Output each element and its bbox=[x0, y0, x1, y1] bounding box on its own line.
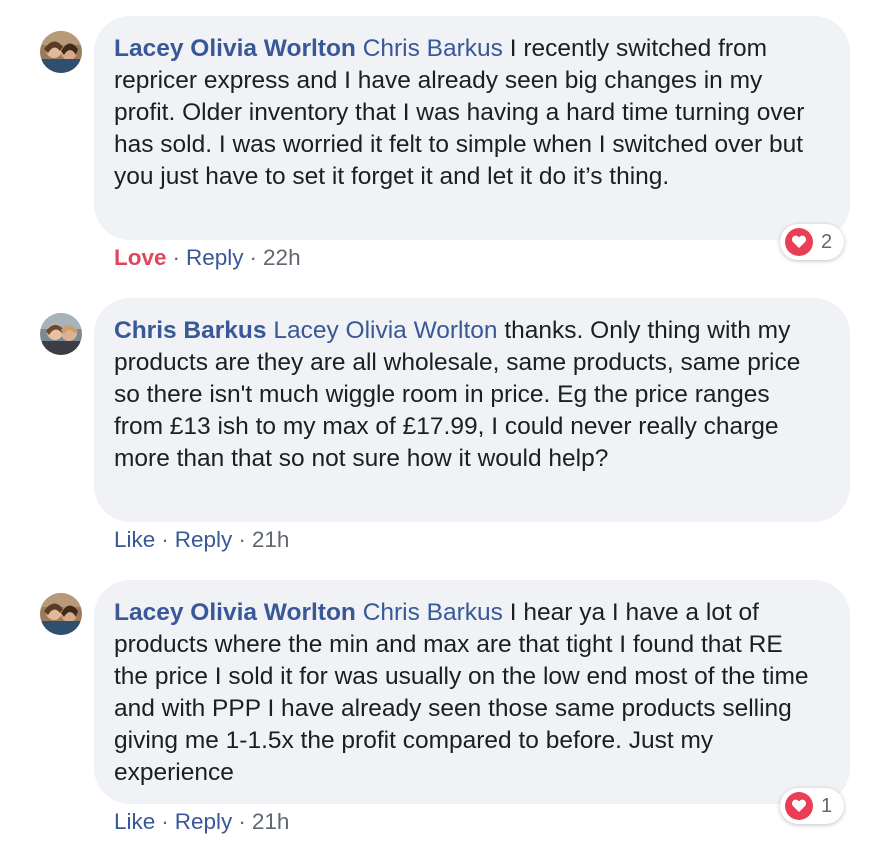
reply-button[interactable]: Reply bbox=[175, 809, 233, 834]
reply-button[interactable]: Reply bbox=[175, 527, 233, 552]
user-avatar-icon bbox=[40, 313, 82, 355]
comment-bubble: Lacey Olivia Worlton Chris Barkus I rece… bbox=[94, 16, 850, 240]
like-button[interactable]: Like bbox=[114, 809, 155, 834]
heart-icon bbox=[785, 792, 813, 820]
heart-icon bbox=[785, 228, 813, 256]
comment-timestamp[interactable]: 22h bbox=[263, 245, 301, 270]
comment-mention[interactable]: Lacey Olivia Worlton bbox=[273, 317, 497, 344]
reaction-count: 1 bbox=[821, 794, 833, 817]
reaction-summary[interactable]: 1 bbox=[780, 788, 845, 824]
user-avatar-icon bbox=[40, 31, 82, 73]
comment-actions: Love · Reply · 22h bbox=[114, 244, 301, 272]
avatar[interactable] bbox=[40, 593, 82, 635]
comment-timestamp[interactable]: 21h bbox=[252, 527, 290, 552]
separator-dot: · bbox=[172, 245, 181, 270]
separator-dot: · bbox=[249, 245, 258, 270]
comment-timestamp[interactable]: 21h bbox=[252, 809, 290, 834]
love-button[interactable]: Love bbox=[114, 245, 167, 270]
comment-mention[interactable]: Chris Barkus bbox=[363, 599, 503, 626]
separator-dot: · bbox=[238, 527, 246, 552]
comment-author[interactable]: Chris Barkus bbox=[114, 317, 267, 344]
reply-button[interactable]: Reply bbox=[186, 245, 244, 270]
avatar[interactable] bbox=[40, 313, 82, 355]
separator-dot: · bbox=[238, 809, 246, 834]
comment-author[interactable]: Lacey Olivia Worlton bbox=[114, 599, 356, 626]
comment-actions: Like · Reply · 21h bbox=[114, 526, 289, 554]
comment-text: I hear ya I have a lot of products where… bbox=[114, 599, 809, 786]
reaction-count: 2 bbox=[821, 230, 833, 253]
user-avatar-icon bbox=[40, 593, 82, 635]
separator-dot: · bbox=[161, 527, 169, 552]
separator-dot: · bbox=[161, 809, 169, 834]
like-button[interactable]: Like bbox=[114, 527, 155, 552]
reaction-summary[interactable]: 2 bbox=[780, 224, 845, 260]
comment-bubble: Lacey Olivia Worlton Chris Barkus I hear… bbox=[94, 580, 850, 804]
comment-mention[interactable]: Chris Barkus bbox=[363, 35, 503, 62]
comment-bubble: Chris Barkus Lacey Olivia Worlton thanks… bbox=[94, 298, 850, 522]
comment-author[interactable]: Lacey Olivia Worlton bbox=[114, 35, 356, 62]
avatar[interactable] bbox=[40, 31, 82, 73]
comment-actions: Like · Reply · 21h bbox=[114, 808, 289, 836]
